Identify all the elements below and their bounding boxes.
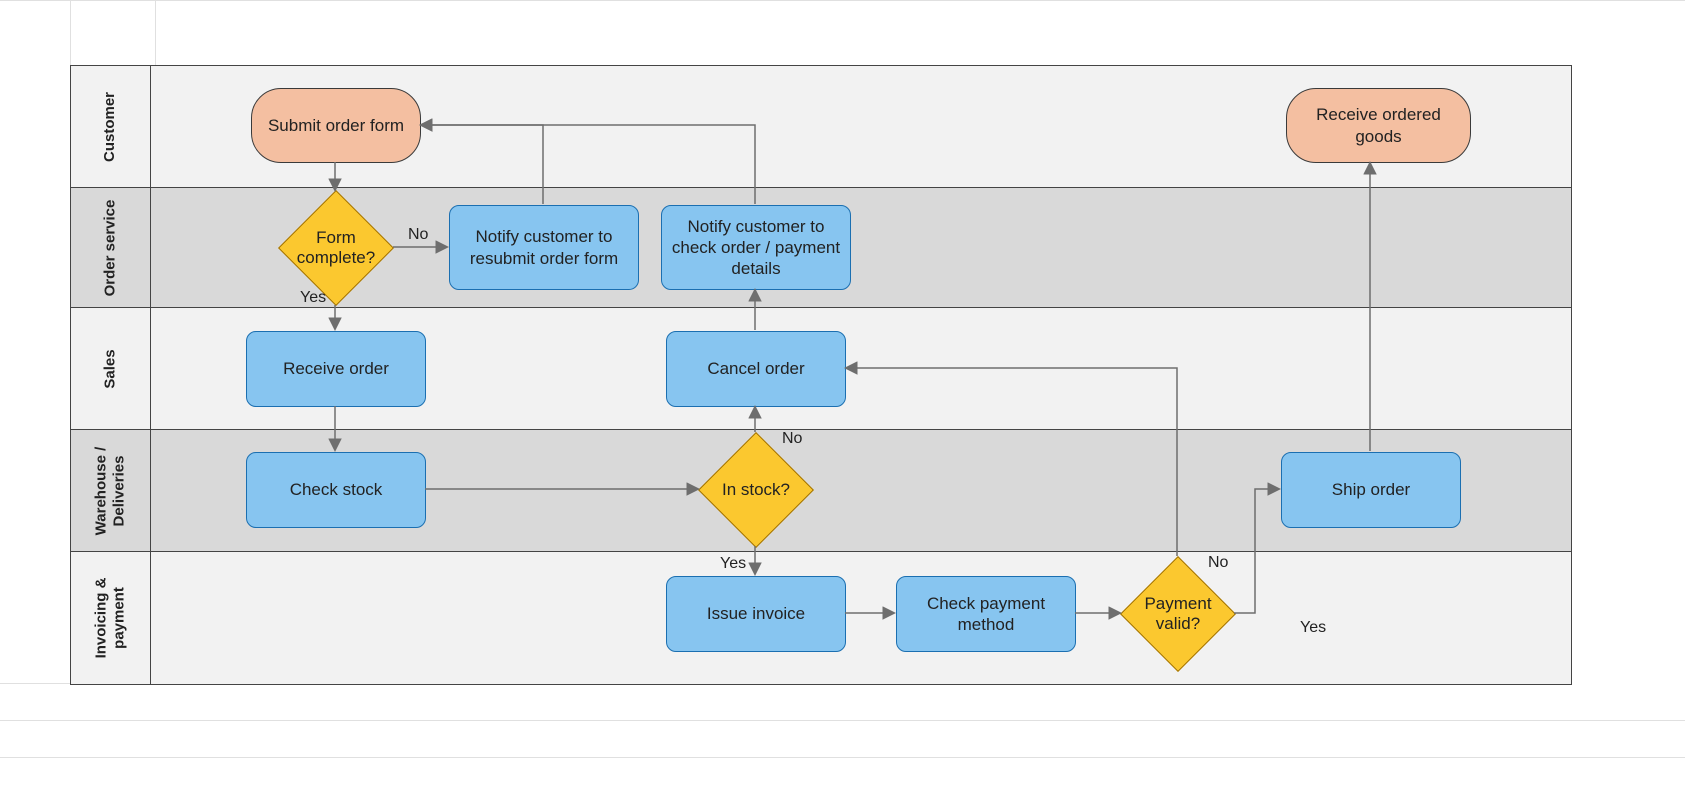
lane-label: Customer [101, 91, 119, 161]
edge-label-no: No [408, 226, 428, 244]
node-label: Check payment method [905, 593, 1067, 636]
node-label: Notify customer to check order / payment… [670, 216, 842, 280]
process-check-payment: Check payment method [896, 576, 1076, 652]
node-label: Ship order [1332, 479, 1410, 500]
decision-form-complete: Form complete? [295, 207, 377, 289]
node-label: Cancel order [707, 358, 804, 379]
lane-label: Sales [101, 349, 119, 388]
edge-label-yes: Yes [1300, 619, 1326, 637]
node-label: Receive ordered goods [1295, 104, 1462, 147]
node-label: Check stock [290, 479, 383, 500]
process-receive-order: Receive order [246, 331, 426, 407]
node-label: Form complete? [281, 228, 391, 269]
edge-label-yes: Yes [300, 289, 326, 307]
process-notify-resubmit: Notify customer to resubmit order form [449, 205, 639, 290]
lane-header-invoicing: Invoicing & payment [71, 552, 151, 684]
lane-label: Invoicing & payment [93, 578, 129, 659]
node-label: In stock? [722, 480, 790, 500]
terminator-submit-order: Submit order form [251, 88, 421, 163]
node-label: Receive order [283, 358, 389, 379]
node-label: Payment valid? [1129, 594, 1227, 635]
process-cancel-order: Cancel order [666, 331, 846, 407]
edge-label-no: No [1208, 554, 1228, 572]
edge-label-yes: Yes [720, 555, 746, 573]
edge-label-no: No [782, 430, 802, 448]
process-ship-order: Ship order [1281, 452, 1461, 528]
terminator-receive-goods: Receive ordered goods [1286, 88, 1471, 163]
node-label: Notify customer to resubmit order form [458, 226, 630, 269]
process-notify-check: Notify customer to check order / payment… [661, 205, 851, 290]
node-label: Submit order form [268, 115, 404, 136]
lane-header-sales: Sales [71, 308, 151, 429]
lane-header-order-service: Order service [71, 188, 151, 307]
decision-payment-valid: Payment valid? [1137, 573, 1219, 655]
lane-header-warehouse: Warehouse / Deliveries [71, 430, 151, 551]
process-issue-invoice: Issue invoice [666, 576, 846, 652]
decision-in-stock: In stock? [715, 449, 797, 531]
lane-label: Warehouse / Deliveries [93, 446, 129, 535]
node-label: Issue invoice [707, 603, 805, 624]
lane-label: Order service [102, 199, 120, 296]
lane-header-customer: Customer [71, 66, 151, 187]
swimlane-pool: Customer Order service Sales Warehouse /… [70, 65, 1572, 685]
process-check-stock: Check stock [246, 452, 426, 528]
